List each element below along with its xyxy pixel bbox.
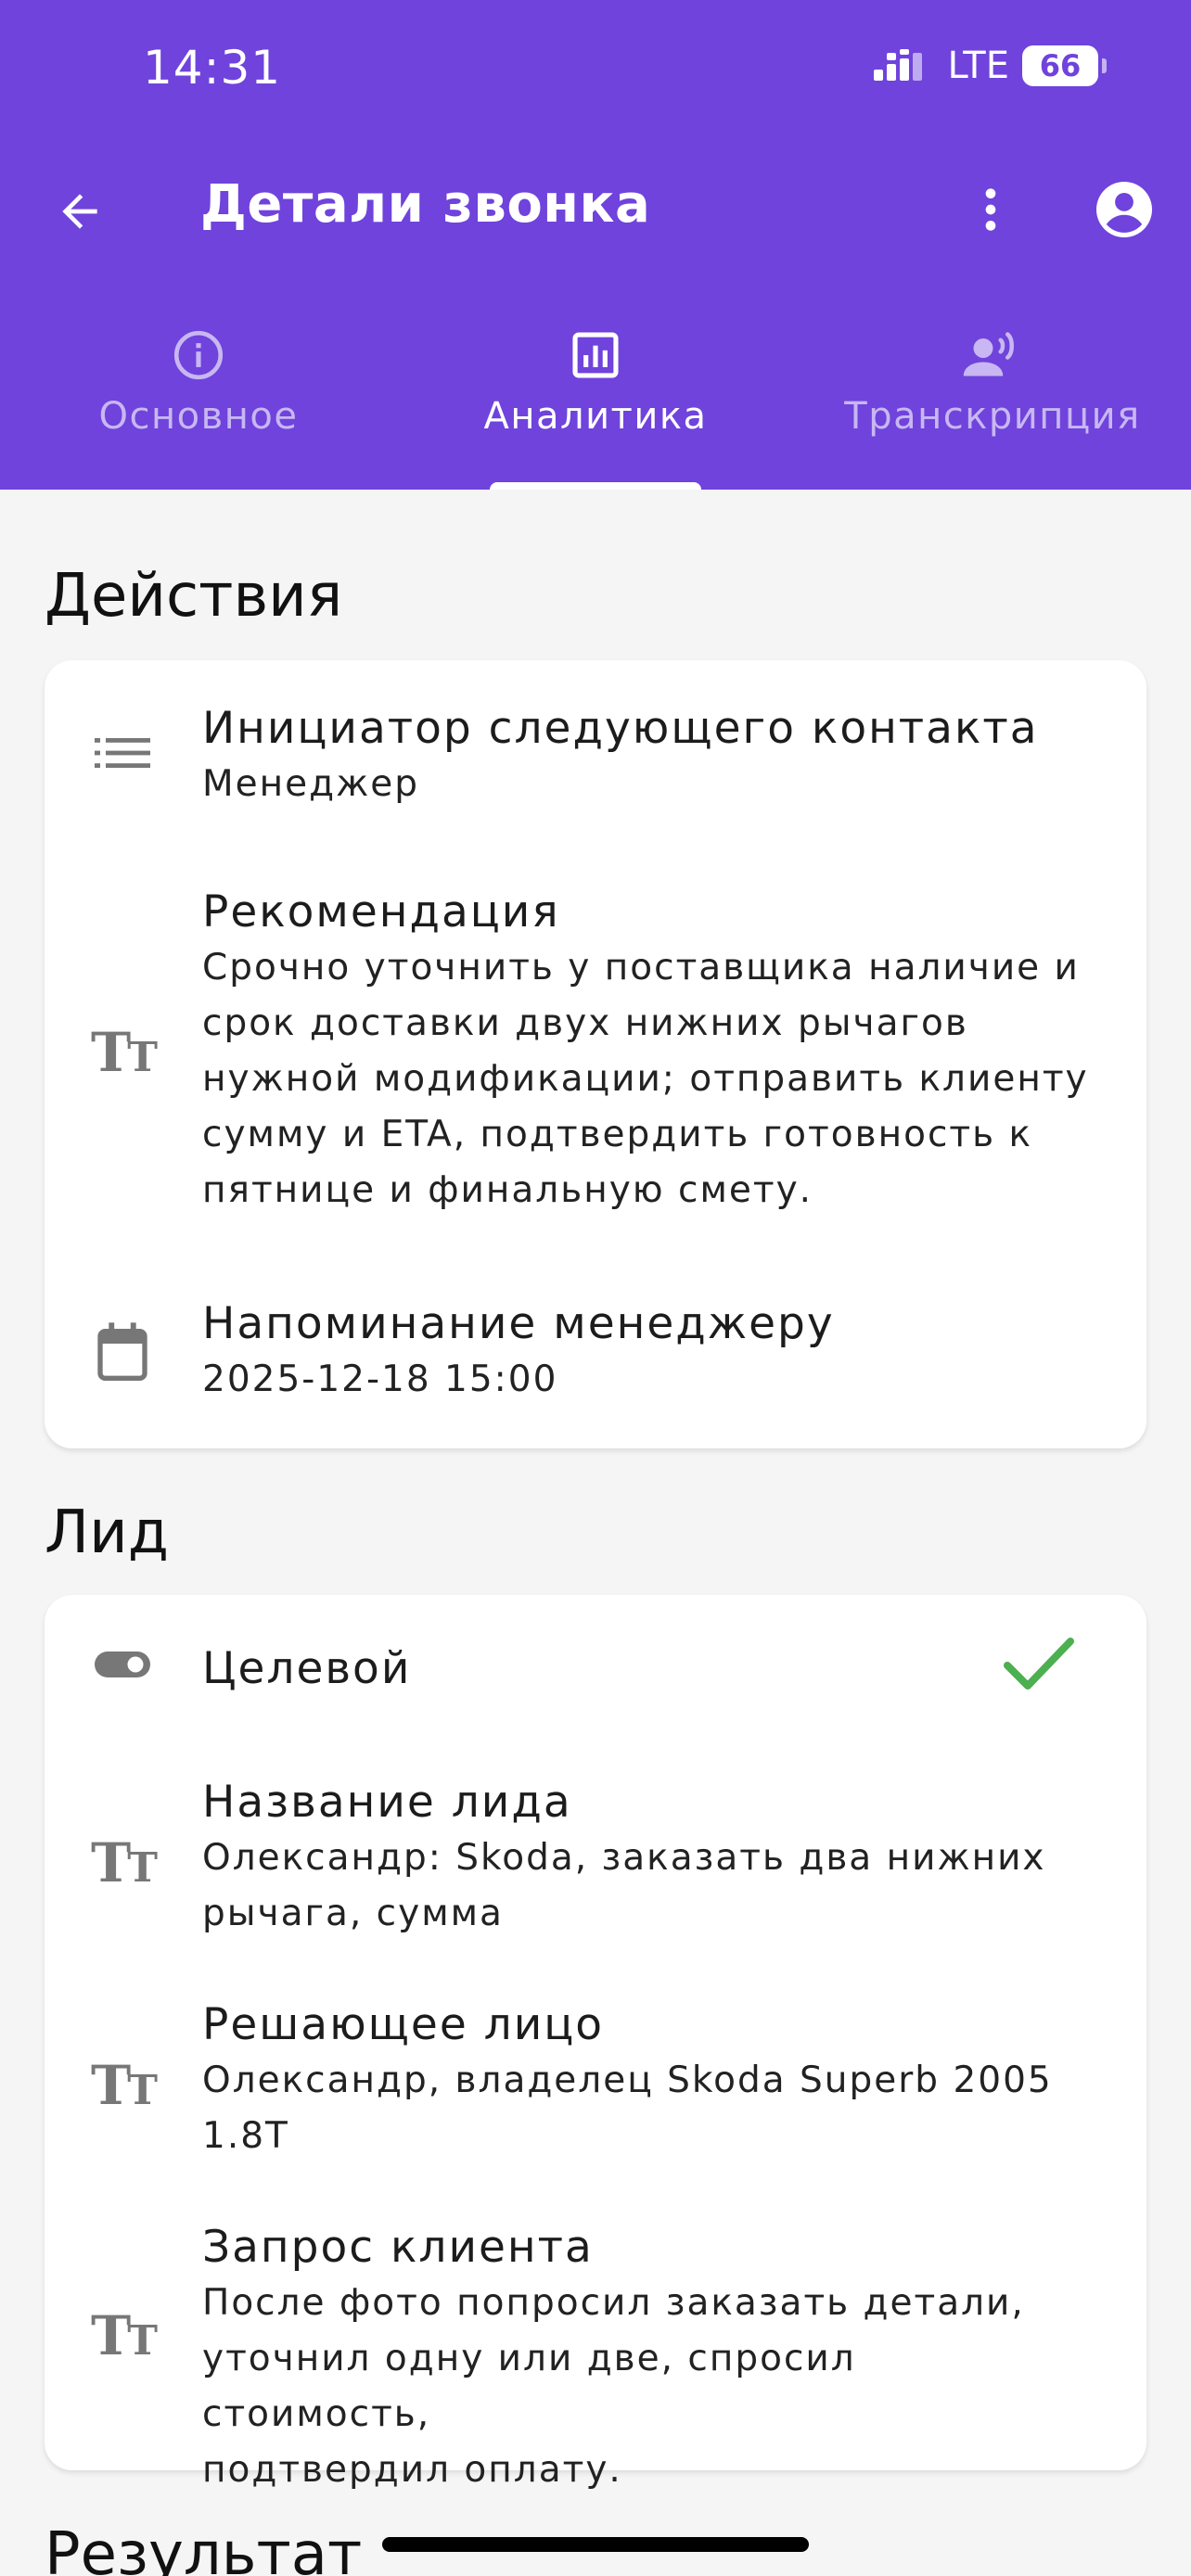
field-value-line: уточнил одну или две, спросил стоимость, <box>202 2338 856 2435</box>
field-label: Рекомендация <box>202 886 560 937</box>
tab-analytics-label: Аналитика <box>483 395 708 438</box>
field-label: Целевой <box>202 1643 412 1694</box>
text-fields-icon: TT <box>91 2304 158 2367</box>
account-button[interactable] <box>1091 176 1158 243</box>
signal-icon <box>873 49 922 81</box>
voice-icon <box>963 332 1014 376</box>
tab-main-label: Основное <box>98 395 299 438</box>
arrow-back-icon <box>62 194 97 229</box>
text-fields-icon: TT <box>91 1831 158 1894</box>
back-button[interactable] <box>50 182 109 241</box>
field-value-line: После фото попросил заказать детали, <box>202 2282 1025 2324</box>
tab-indicator <box>490 482 701 490</box>
field-value-line: срок доставки двух нижних рычагов <box>202 1002 968 1044</box>
page-title: Детали звонка <box>200 174 651 235</box>
more-options-button[interactable] <box>961 176 1020 243</box>
info-icon <box>173 330 224 380</box>
field-value-line: нужной модификации; отправить клиенту <box>202 1058 1089 1100</box>
battery-level: 66 <box>1039 48 1082 83</box>
text-fields-icon: TT <box>91 1021 158 1084</box>
actions-card: Инициатор следующего контакта Менеджер T… <box>45 660 1146 1448</box>
field-value-line: 1.8T <box>202 2115 289 2157</box>
field-label: Напоминание менеджеру <box>202 1298 835 1349</box>
field-value: Менеджер <box>202 763 419 805</box>
tab-transcription[interactable]: Транскрипция <box>826 315 1159 438</box>
field-value-line: пятнице и финальную смету. <box>202 1169 813 1211</box>
status-time: 14:31 <box>143 41 282 95</box>
field-label: Название лида <box>202 1777 572 1828</box>
account-circle-icon <box>1096 182 1152 237</box>
check-icon <box>1004 1638 1074 1690</box>
list-icon <box>95 738 150 768</box>
field-value-line: подтвердил оплату. <box>202 2449 622 2491</box>
tab-transcription-label: Транскрипция <box>844 395 1141 438</box>
field-value-line: Олександр, владелец Skoda Superb 2005 <box>202 2060 1053 2101</box>
field-value-line: Срочно уточнить у поставщика наличие и <box>202 947 1080 988</box>
section-lead-title: Лид <box>45 1498 169 1567</box>
tab-analytics[interactable]: Аналитика <box>429 315 762 438</box>
field-label: Решающее лицо <box>202 1999 605 2050</box>
section-actions-title: Действия <box>45 562 343 631</box>
field-value-line: сумму и ETA, подтвердить готовность к <box>202 1114 1033 1155</box>
lead-card: Целевой TT Название лида Олександр: Skod… <box>45 1595 1146 2491</box>
status-icons: LTE 66 <box>872 45 1107 87</box>
field-value-line: Олександр: Skoda, заказать два нижних <box>202 1837 1046 1879</box>
calendar-icon <box>97 1322 147 1381</box>
battery-icon: 66 <box>1022 45 1107 86</box>
network-type: LTE <box>947 45 1009 87</box>
tab-main[interactable]: Основное <box>32 315 365 438</box>
field-value: 2025-12-18 15:00 <box>202 1358 558 1400</box>
toggle-icon <box>95 1651 150 1677</box>
more-vert-icon <box>985 188 996 231</box>
section-result-title: Результат <box>45 2520 363 2576</box>
field-value-line: рычага, сумма <box>202 1893 504 1934</box>
text-fields-icon: TT <box>91 2054 158 2117</box>
app-bar: 14:31 LTE 66 Детали звонка Основное Анал… <box>0 0 1191 490</box>
field-label: Запрос клиента <box>202 2222 594 2273</box>
field-label: Инициатор следующего контакта <box>202 703 1039 754</box>
home-indicator[interactable] <box>382 2537 809 2552</box>
analytics-icon <box>572 332 619 378</box>
